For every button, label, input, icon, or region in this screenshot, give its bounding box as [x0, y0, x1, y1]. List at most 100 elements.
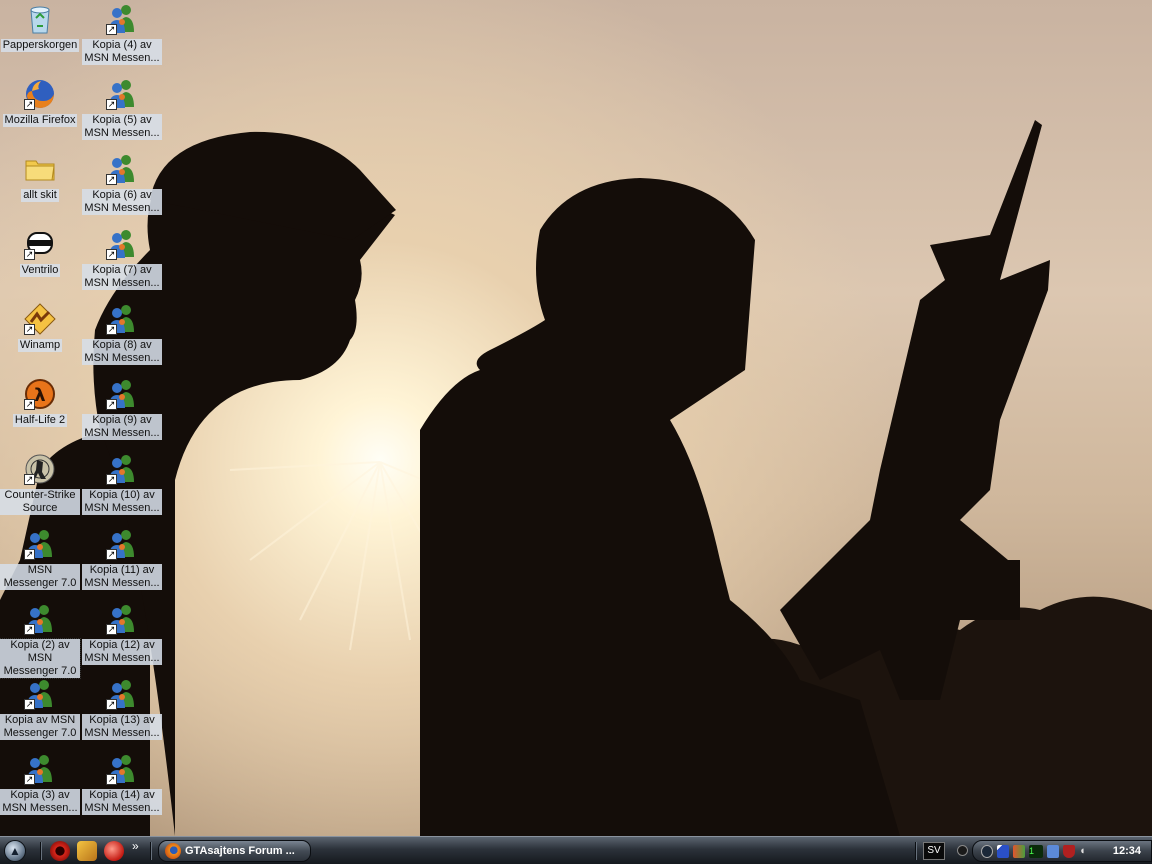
desktop-icon[interactable]: ↗ Kopia (4) av MSN Messen... — [82, 2, 162, 74]
shortcut-arrow-icon: ↗ — [24, 399, 35, 410]
desktop-icon-label: Kopia (7) av MSN Messen... — [82, 264, 162, 290]
taskbar-button-firefox[interactable]: GTAsajtens Forum ... — [158, 840, 311, 862]
display-icon[interactable] — [1047, 845, 1059, 858]
desktop-icon[interactable]: ↗ Kopia (2) av MSN Messenger 7.0 — [0, 602, 81, 679]
desktop-icon-label: Papperskorgen — [0, 39, 80, 52]
shortcut-arrow-icon: ↗ — [106, 699, 117, 710]
system-tray: 1 ◖ 12:34 — [972, 840, 1152, 862]
desktop-icon-label: Kopia av MSN Messenger 7.0 — [0, 714, 80, 740]
network-icon[interactable] — [997, 845, 1009, 858]
shortcut-arrow-icon: ↗ — [106, 324, 117, 335]
shield-icon[interactable] — [1063, 845, 1075, 858]
desktop-icon[interactable]: ↗ Counter-Strike Source — [0, 452, 80, 524]
shortcut-arrow-icon: ↗ — [106, 24, 117, 35]
desktop-icon[interactable]: ↗ Kopia (9) av MSN Messen... — [82, 377, 162, 449]
msn-messenger-icon: ↗ — [105, 602, 139, 636]
desktop-icon[interactable]: ↗ Ventrilo — [0, 227, 80, 299]
desktop-icon-label: Kopia (6) av MSN Messen... — [82, 189, 162, 215]
desktop-icon[interactable]: ↗ Kopia (8) av MSN Messen... — [82, 302, 162, 374]
firefox-icon — [165, 843, 181, 859]
desktop-icon[interactable]: ↗ Kopia (6) av MSN Messen... — [82, 152, 162, 224]
taskbar-button-label: GTAsajtens Forum ... — [185, 845, 295, 857]
desktop-icon[interactable]: ↗ Kopia (11) av MSN Messen... — [82, 527, 162, 599]
desktop-icon[interactable]: allt skit — [0, 152, 80, 224]
msn-tray-icon[interactable] — [1013, 845, 1025, 858]
desktop-icon-label: Kopia (11) av MSN Messen... — [82, 564, 162, 590]
desktop-icon-label: Kopia (14) av MSN Messen... — [82, 789, 162, 815]
desktop-icon[interactable]: ↗ Kopia (13) av MSN Messen... — [82, 677, 162, 749]
shortcut-arrow-icon: ↗ — [24, 474, 35, 485]
desktop-icon-label: allt skit — [21, 189, 59, 202]
desktop-icon-label: Counter-Strike Source — [0, 489, 80, 515]
shortcut-arrow-icon: ↗ — [106, 249, 117, 260]
firefox-icon: ↗ — [23, 77, 57, 111]
taskbar-separator — [150, 842, 152, 860]
desktop-icon[interactable]: ↗ Kopia (14) av MSN Messen... — [82, 752, 162, 824]
desktop-icon[interactable]: ↗ Kopia (7) av MSN Messen... — [82, 227, 162, 299]
wallpaper-silhouette — [0, 120, 1152, 836]
quicklaunch-opera-icon[interactable] — [50, 841, 70, 861]
start-button[interactable]: ▲ — [4, 840, 26, 862]
monitor-counter-icon[interactable]: 1 — [1029, 845, 1043, 858]
shortcut-arrow-icon: ↗ — [24, 249, 35, 260]
quicklaunch-chevron-icon[interactable]: » — [132, 839, 139, 853]
taskbar: ▲ » GTAsajtens Forum ... SV 1 ◖ 12:34 — [0, 836, 1152, 864]
tray-expand-icon[interactable] — [957, 845, 968, 856]
desktop-icon-label: Mozilla Firefox — [2, 114, 78, 127]
desktop-icon-label: Ventrilo — [19, 264, 61, 277]
desktop-icon-label: Kopia (9) av MSN Messen... — [82, 414, 162, 440]
shortcut-arrow-icon: ↗ — [24, 549, 35, 560]
language-indicator[interactable]: SV — [923, 842, 945, 860]
desktop-icon-label: Kopia (5) av MSN Messen... — [82, 114, 162, 140]
desktop[interactable]: Papperskorgen ↗ Mozilla Firefox allt skit ↗ V… — [0, 0, 1152, 836]
taskbar-separator — [40, 842, 42, 860]
taskbar-separator — [915, 842, 917, 860]
desktop-icon[interactable]: ↗ Kopia (10) av MSN Messen... — [82, 452, 162, 524]
msn-messenger-icon: ↗ — [105, 77, 139, 111]
desktop-icon-label: Kopia (10) av MSN Messen... — [82, 489, 162, 515]
desktop-icon[interactable]: ↗ Kopia (12) av MSN Messen... — [82, 602, 162, 674]
clock[interactable]: 12:34 — [1113, 845, 1141, 857]
shortcut-arrow-icon: ↗ — [24, 99, 35, 110]
desktop-icon[interactable]: ↗ MSN Messenger 7.0 — [0, 527, 80, 599]
shortcut-arrow-icon: ↗ — [24, 774, 35, 785]
quicklaunch-media-icon[interactable] — [104, 841, 124, 861]
folder-icon — [23, 152, 57, 186]
counter-strike-icon: ↗ — [23, 452, 57, 486]
half-life-2-icon: λ ↗ — [23, 377, 57, 411]
quicklaunch-winamp-icon[interactable] — [77, 841, 97, 861]
shortcut-arrow-icon: ↗ — [24, 324, 35, 335]
shortcut-arrow-icon: ↗ — [24, 699, 35, 710]
desktop-icon[interactable]: λ ↗ Half-Life 2 — [0, 377, 80, 449]
desktop-icon-label: Kopia (8) av MSN Messen... — [82, 339, 162, 365]
msn-messenger-icon: ↗ — [23, 752, 57, 786]
desktop-icon[interactable]: ↗ Mozilla Firefox — [0, 77, 80, 149]
steam-icon[interactable] — [981, 845, 993, 858]
desktop-icon-label: Kopia (13) av MSN Messen... — [82, 714, 162, 740]
msn-messenger-icon: ↗ — [105, 452, 139, 486]
msn-messenger-icon: ↗ — [105, 677, 139, 711]
msn-messenger-icon: ↗ — [23, 527, 57, 561]
ventrilo-icon: ↗ — [23, 227, 57, 261]
desktop-icon-label: Kopia (3) av MSN Messen... — [0, 789, 80, 815]
recycle-bin-icon — [23, 2, 57, 36]
msn-messenger-icon: ↗ — [105, 227, 139, 261]
desktop-icon[interactable]: ↗ Kopia (5) av MSN Messen... — [82, 77, 162, 149]
desktop-icon[interactable]: ↗ Kopia av MSN Messenger 7.0 — [0, 677, 80, 749]
desktop-icon[interactable]: Papperskorgen — [0, 2, 80, 74]
shortcut-arrow-icon: ↗ — [106, 99, 117, 110]
winamp-icon: ↗ — [23, 302, 57, 336]
desktop-icon-label: Kopia (12) av MSN Messen... — [82, 639, 162, 665]
desktop-icon[interactable]: ↗ Kopia (3) av MSN Messen... — [0, 752, 80, 824]
msn-messenger-icon: ↗ — [105, 527, 139, 561]
desktop-icon-label: Kopia (2) av MSN Messenger 7.0 — [0, 638, 81, 679]
msn-messenger-icon: ↗ — [105, 2, 139, 36]
msn-messenger-icon: ↗ — [105, 302, 139, 336]
desktop-icon-label: MSN Messenger 7.0 — [0, 564, 80, 590]
shortcut-arrow-icon: ↗ — [106, 624, 117, 635]
desktop-icon[interactable]: ↗ Winamp — [0, 302, 80, 374]
shortcut-arrow-icon: ↗ — [106, 399, 117, 410]
volume-icon[interactable]: ◖ — [1079, 845, 1091, 858]
shortcut-arrow-icon: ↗ — [24, 624, 35, 635]
shortcut-arrow-icon: ↗ — [106, 774, 117, 785]
